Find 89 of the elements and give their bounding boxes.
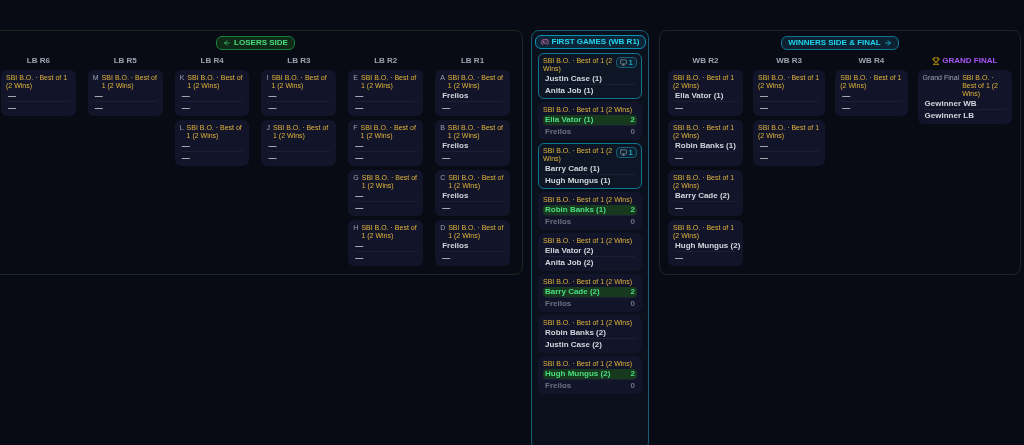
player-name: Freilos [545,379,572,392]
player-name: Robin Banks (2) [545,327,606,339]
round-label: WB R3 [776,55,803,67]
player-name: — [181,151,190,164]
arrow-left-icon [223,39,232,47]
player-name: — [675,101,683,114]
player-name: — [675,251,683,264]
player-score: 0 [630,215,635,228]
player-name: — [355,101,364,114]
player-name: — [675,151,683,164]
player-name: Ella Vator (1) [675,90,724,102]
round-label: LB R2 [374,55,398,67]
winners-side-title: WINNERS SIDE & FINAL [788,37,881,49]
player-name: — [8,90,16,102]
player-name: Ella Vator (2) [545,245,594,257]
player-name: Barry Cade (2) [545,286,600,298]
player-name: — [181,140,190,152]
player-name: — [268,151,277,164]
gamepad-icon [540,38,549,46]
player-name: Hugh Mungus (1) [545,174,611,187]
player-name: — [442,201,451,214]
player-name: Freilos [442,240,469,252]
player-score: 2 [630,286,635,298]
player-name: Gewinner LB [924,109,974,122]
player-name: Freilos [545,215,572,228]
player-name: Anita Job (2) [545,256,594,269]
player-name: — [355,151,364,164]
player-name: — [268,90,277,102]
losers-side-title: LOSERS SIDE [234,37,288,49]
player-name: Gewinner WB [924,98,977,110]
player-name: Barry Cade (2) [675,190,730,202]
player-name: — [842,90,851,102]
round-label: LB R6 [26,55,50,67]
player-score: 0 [630,125,635,138]
player-score: 0 [630,379,635,392]
player-name: — [760,90,768,102]
player-name: — [675,201,683,214]
player-name: — [181,101,190,114]
player-name: Ella Vator (1) [545,114,594,126]
player-name: — [355,190,364,202]
player-name: Barry Cade (1) [545,163,600,175]
round-label: GRAND FINAL [942,55,998,67]
player-name: — [760,151,768,164]
player-name: — [268,140,277,152]
round-label: WB R2 [692,55,719,67]
player-name: Justin Case (2) [545,338,602,351]
monitor-icon [619,149,627,156]
round-label: LB R5 [113,55,137,67]
player-name: — [355,90,364,102]
player-name: Freilos [442,140,469,152]
player-name: Anita Job (1) [545,84,594,97]
player-name: — [355,140,364,152]
player-name: Robin Banks (1) [675,140,736,152]
player-name: — [442,251,451,264]
player-score: 2 [630,368,635,380]
player-name: Freilos [545,297,572,310]
first-games-title: FIRST GAMES (WB R1) [551,36,640,48]
table-number: 1 [628,56,633,69]
player-name: — [181,90,190,102]
player-name: — [760,140,768,152]
monitor-icon [619,59,627,66]
player-score: 0 [630,297,635,310]
table-number: 1 [628,146,633,159]
player-name: Freilos [545,125,572,138]
player-name: — [94,101,103,114]
player-score: 2 [630,204,635,216]
player-name: — [355,201,364,214]
round-label: LB R3 [287,55,311,67]
round-label: LB R1 [461,55,485,67]
player-name: Freilos [442,190,469,202]
player-name: — [94,90,103,102]
trophy-icon [932,57,941,65]
player-name: Robin Banks (1) [545,204,606,216]
player-name: — [355,251,364,264]
player-name: — [842,101,851,114]
player-name: — [8,101,16,114]
player-name: — [760,101,768,114]
player-score: 2 [630,114,635,126]
player-name: — [442,101,451,114]
player-name: Justin Case (1) [545,73,602,85]
player-name: — [355,240,364,252]
round-label: WB R4 [858,55,885,67]
player-name: Hugh Mungus (2) [545,368,611,380]
player-name: Hugh Mungus (2) [675,240,741,252]
player-name: Freilos [442,90,469,102]
player-name: — [442,151,451,164]
arrow-right-icon [883,39,892,47]
player-name: — [268,101,277,114]
round-label: LB R4 [200,55,224,67]
